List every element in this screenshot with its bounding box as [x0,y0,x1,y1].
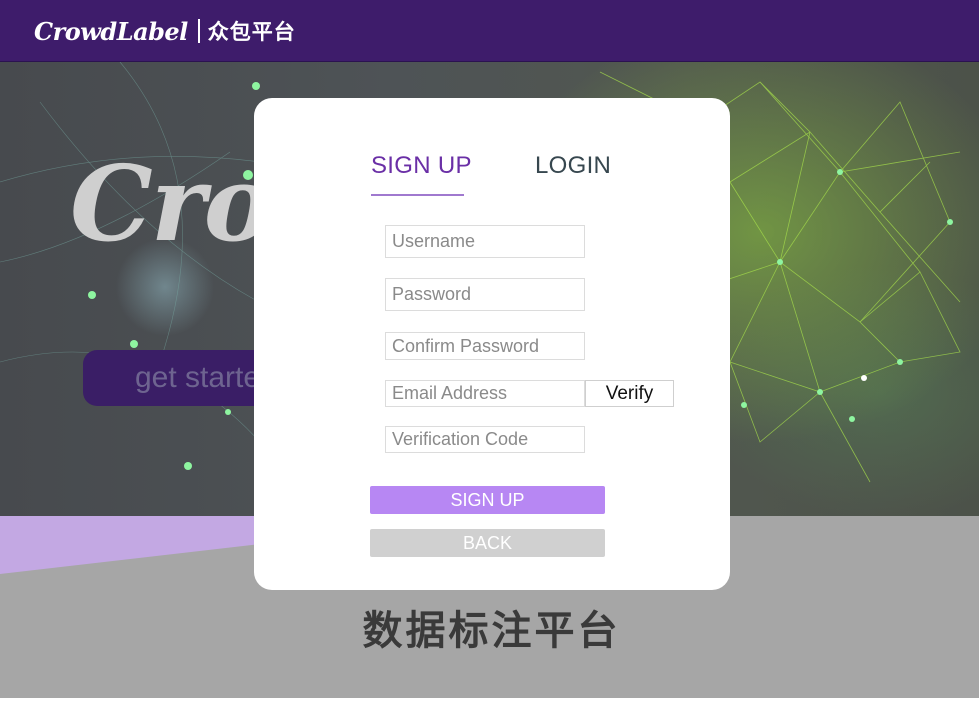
username-input[interactable] [385,225,585,258]
top-header: CrowdLabel 众包平台 [0,0,979,62]
brand-divider [197,19,200,43]
confirm-password-input[interactable] [385,332,585,360]
active-tab-indicator [371,194,464,196]
tab-login[interactable]: LOGIN [535,152,611,180]
sign-up-button[interactable]: SIGN UP [370,486,605,514]
back-button[interactable]: BACK [370,529,605,557]
signup-modal: SIGN UP LOGIN Verify SIGN UP BACK [254,98,730,590]
platform-title: 数据标注平台 [0,598,979,656]
tab-sign-up[interactable]: SIGN UP [371,152,472,180]
brand-logo[interactable]: CrowdLabel 众包平台 [34,14,296,48]
email-input[interactable] [385,380,585,407]
brand-name: CrowdLabel [34,16,188,46]
platform-title-text: 数据标注平台 [362,608,621,654]
verification-code-input[interactable] [385,426,585,453]
verify-button[interactable]: Verify [585,380,674,407]
password-input[interactable] [385,278,585,311]
brand-subtitle: 众包平台 [207,20,296,44]
